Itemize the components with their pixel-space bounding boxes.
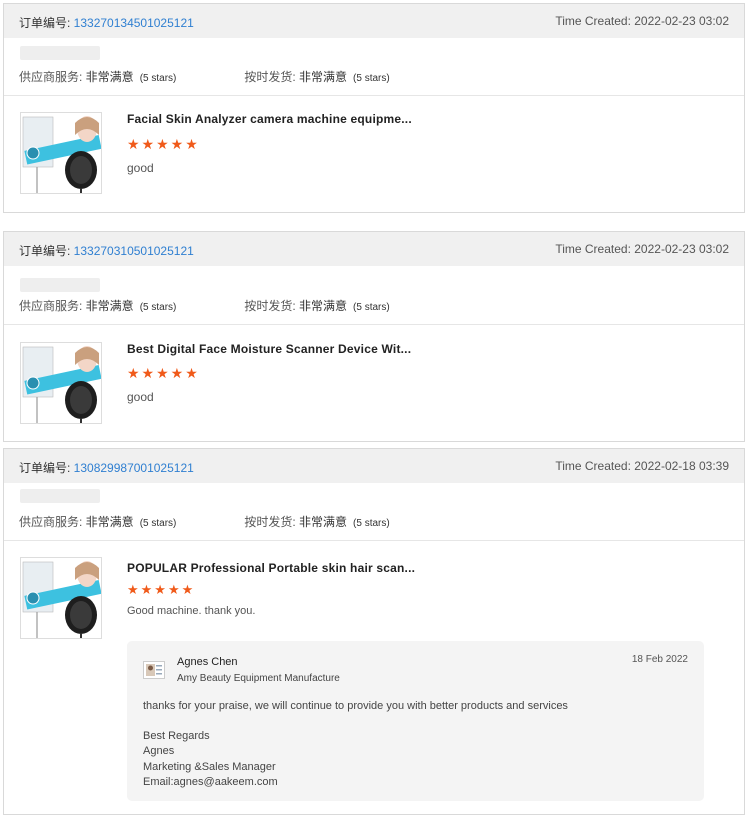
supplier-service-label: 供应商服务: bbox=[19, 515, 86, 529]
order-card: 订单编号: 130829987001025121 Time Created: 2… bbox=[3, 448, 745, 815]
supplier-service-stars: (5 stars) bbox=[139, 73, 177, 84]
rating-stars: ★★★★★ bbox=[127, 136, 200, 152]
supplier-service-stars: (5 stars) bbox=[139, 302, 177, 313]
time-created-value: 2022-02-23 03:02 bbox=[634, 242, 729, 256]
on-time-delivery-stars: (5 stars) bbox=[353, 518, 390, 529]
on-time-delivery-value: 非常满意 bbox=[299, 299, 348, 313]
product-title[interactable]: Facial Skin Analyzer camera machine equi… bbox=[127, 112, 412, 126]
skin-analyzer-product-image-icon bbox=[22, 116, 101, 193]
time-created: Time Created: 2022-02-18 03:39 bbox=[555, 459, 729, 473]
seller-company: Amy Beauty Equipment Manufacture bbox=[177, 673, 340, 684]
order-number-row: 订单编号: 133270310501025121 bbox=[19, 242, 194, 259]
order-number-link[interactable]: 133270134501025121 bbox=[74, 16, 194, 30]
order-header: 订单编号: 133270134501025121 Time Created: 2… bbox=[4, 4, 744, 38]
signature-line: Agnes bbox=[143, 745, 175, 758]
order-number-label: 订单编号: bbox=[19, 244, 74, 258]
seller-reply: Agnes Chen Amy Beauty Equipment Manufact… bbox=[127, 641, 704, 801]
on-time-delivery-label: 按时发货: bbox=[244, 515, 300, 529]
time-created: Time Created: 2022-02-23 03:02 bbox=[555, 14, 729, 28]
supplier-service-value: 非常满意 bbox=[85, 299, 134, 313]
on-time-delivery-label: 按时发货: bbox=[244, 70, 300, 84]
order-header: 订单编号: 133270310501025121 Time Created: 2… bbox=[4, 232, 744, 266]
order-number-label: 订单编号: bbox=[19, 16, 74, 30]
signature-line: Marketing &Sales Manager bbox=[143, 760, 276, 773]
review-comment: Good machine. thank you. bbox=[127, 605, 256, 617]
order-card: 订单编号: 133270134501025121 Time Created: 2… bbox=[3, 3, 745, 213]
on-time-delivery-stars: (5 stars) bbox=[353, 302, 390, 313]
product-title[interactable]: POPULAR Professional Portable skin hair … bbox=[127, 561, 415, 575]
seller-ratings: 供应商服务: 非常满意 (5 stars) 按时发货: 非常满意 (5 stars) bbox=[19, 513, 390, 530]
time-created-label: Time Created: bbox=[555, 14, 635, 28]
on-time-delivery-value: 非常满意 bbox=[299, 515, 348, 529]
skin-analyzer-product-image-icon bbox=[22, 561, 101, 638]
order-number-link[interactable]: 130829987001025121 bbox=[74, 461, 194, 475]
time-created-value: 2022-02-18 03:39 bbox=[634, 459, 729, 473]
rating-stars: ★★★★★ bbox=[127, 365, 200, 381]
reply-message: thanks for your praise, we will continue… bbox=[143, 700, 568, 712]
skin-analyzer-product-image-icon bbox=[22, 346, 101, 423]
supplier-service-value: 非常满意 bbox=[85, 70, 134, 84]
supplier-service-label: 供应商服务: bbox=[19, 70, 86, 84]
seller-avatar-icon bbox=[143, 661, 165, 679]
product-title[interactable]: Best Digital Face Moisture Scanner Devic… bbox=[127, 342, 411, 356]
seller-ratings: 供应商服务: 非常满意 (5 stars) 按时发货: 非常满意 (5 stars) bbox=[19, 297, 390, 314]
time-created: Time Created: 2022-02-23 03:02 bbox=[555, 242, 729, 256]
product-thumbnail[interactable] bbox=[20, 342, 102, 424]
on-time-delivery-stars: (5 stars) bbox=[353, 73, 390, 84]
reply-signature: Best Regards Agnes Marketing &Sales Mana… bbox=[143, 729, 278, 790]
order-card: 订单编号: 133270310501025121 Time Created: 2… bbox=[3, 231, 745, 442]
order-number-row: 订单编号: 133270134501025121 bbox=[19, 14, 194, 31]
product-thumbnail[interactable] bbox=[20, 557, 102, 639]
seller-ratings: 供应商服务: 非常满意 (5 stars) 按时发货: 非常满意 (5 stars) bbox=[19, 68, 390, 85]
time-created-value: 2022-02-23 03:02 bbox=[634, 14, 729, 28]
rating-stars: ★★★★★ bbox=[127, 582, 196, 597]
supplier-service-value: 非常满意 bbox=[85, 515, 134, 529]
order-number-label: 订单编号: bbox=[19, 461, 74, 475]
divider bbox=[4, 95, 744, 96]
blurred-buyer-name bbox=[20, 46, 100, 60]
review-comment: good bbox=[127, 390, 154, 404]
on-time-delivery-value: 非常满意 bbox=[299, 70, 348, 84]
supplier-service-label: 供应商服务: bbox=[19, 299, 86, 313]
on-time-delivery-label: 按时发货: bbox=[244, 299, 300, 313]
blurred-buyer-name bbox=[20, 489, 100, 503]
time-created-label: Time Created: bbox=[555, 242, 635, 256]
order-number-link[interactable]: 133270310501025121 bbox=[74, 244, 194, 258]
supplier-service-stars: (5 stars) bbox=[139, 518, 177, 529]
blurred-buyer-name bbox=[20, 278, 100, 292]
divider bbox=[4, 540, 744, 541]
reply-date: 18 Feb 2022 bbox=[631, 654, 688, 665]
order-number-row: 订单编号: 130829987001025121 bbox=[19, 459, 194, 476]
time-created-label: Time Created: bbox=[555, 459, 635, 473]
divider bbox=[4, 324, 744, 325]
review-comment: good bbox=[127, 161, 154, 175]
order-header: 订单编号: 130829987001025121 Time Created: 2… bbox=[4, 449, 744, 483]
seller-name: Agnes Chen bbox=[177, 656, 238, 668]
signature-line: Email:agnes@aakeem.com bbox=[143, 775, 278, 788]
signature-line: Best Regards bbox=[143, 730, 210, 742]
product-thumbnail[interactable] bbox=[20, 112, 102, 194]
